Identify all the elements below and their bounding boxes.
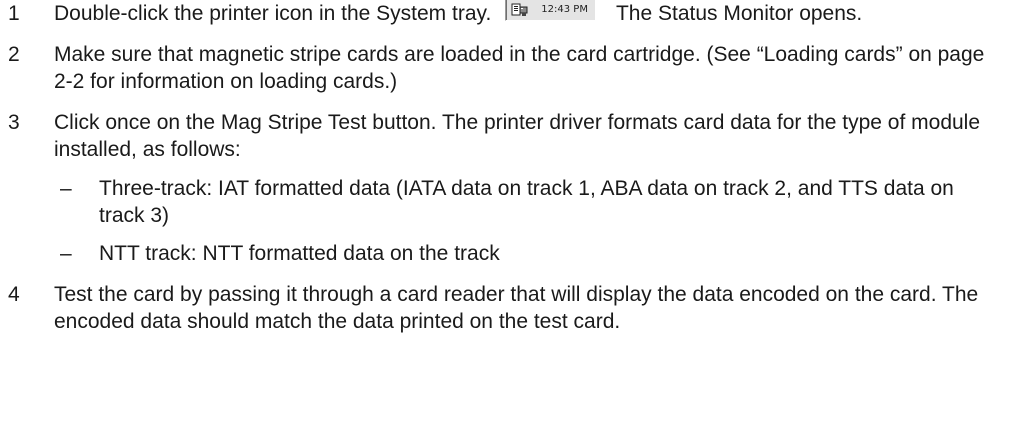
step-3: 3 Click once on the Mag Stripe Test butt…	[0, 109, 1012, 267]
instruction-list: 1 Double-click the printer icon in the S…	[0, 0, 1012, 349]
step-4: 4 Test the card by passing it through a …	[0, 281, 1012, 335]
step-text: Test the card by passing it through a ca…	[54, 283, 979, 333]
step-text: Make sure that magnetic stripe cards are…	[54, 43, 985, 93]
system-tray-clock: 12:43 PM	[505, 0, 596, 21]
step-2: 2 Make sure that magnetic stripe cards a…	[0, 41, 1012, 95]
step-text-after: The Status Monitor opens.	[615, 2, 863, 25]
list-item-text: Three-track: IAT formatted data (IATA da…	[99, 177, 954, 227]
step-text-before: Double-click the printer icon in the Sys…	[54, 2, 492, 25]
list-item-text: NTT track: NTT formatted data on the tra…	[99, 242, 500, 265]
step-number: 2	[8, 43, 20, 66]
step-1: 1 Double-click the printer icon in the S…	[0, 0, 1012, 27]
step-number: 4	[8, 283, 20, 306]
list-item: – Three-track: IAT formatted data (IATA …	[54, 175, 1002, 229]
step-number: 1	[8, 2, 20, 25]
step-text: Click once on the Mag Stripe Test button…	[54, 111, 981, 161]
bullet-dash: –	[60, 242, 72, 265]
step-number: 3	[8, 111, 20, 134]
bullet-dash: –	[60, 177, 72, 200]
tray-time: 12:43 PM	[541, 4, 588, 15]
printer-icon	[511, 2, 528, 17]
list-item: – NTT track: NTT formatted data on the t…	[54, 240, 1002, 267]
module-type-list: – Three-track: IAT formatted data (IATA …	[54, 175, 1002, 267]
